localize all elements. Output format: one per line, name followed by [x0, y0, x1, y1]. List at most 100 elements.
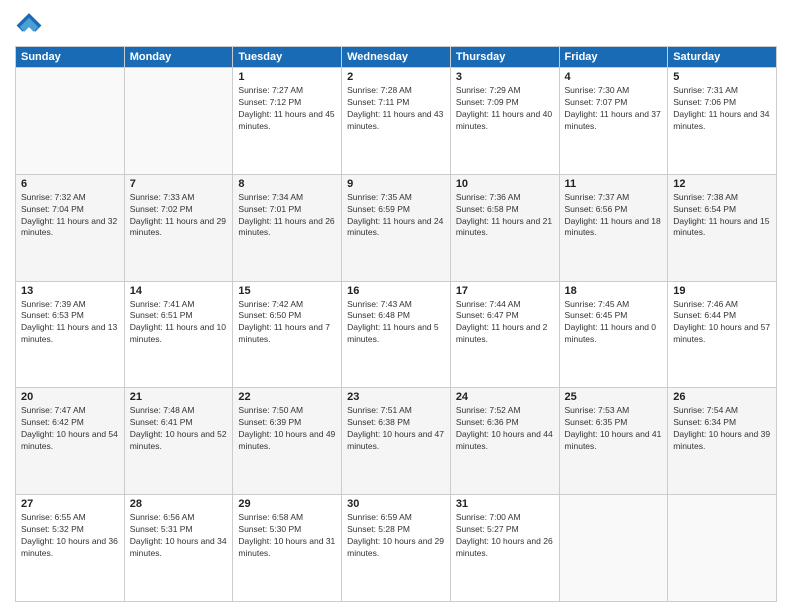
day-number: 23 [347, 391, 445, 403]
day-info: Sunrise: 7:38 AMSunset: 6:54 PMDaylight:… [673, 192, 771, 240]
calendar-cell: 2 Sunrise: 7:28 AMSunset: 7:11 PMDaylight… [342, 68, 451, 175]
day-info: Sunrise: 6:59 AMSunset: 5:28 PMDaylight:… [347, 512, 445, 560]
day-info: Sunrise: 6:55 AMSunset: 5:32 PMDaylight:… [21, 512, 119, 560]
calendar-cell: 22Sunrise: 7:50 AMSunset: 6:39 PMDayligh… [233, 388, 342, 495]
day-number: 28 [130, 498, 228, 510]
day-info: Sunrise: 6:56 AMSunset: 5:31 PMDaylight:… [130, 512, 228, 560]
day-info: Sunrise: 7:39 AMSunset: 6:53 PMDaylight:… [21, 299, 119, 347]
calendar-header-wednesday: Wednesday [342, 47, 451, 68]
day-number: 21 [130, 391, 228, 403]
calendar-week-3: 13 Sunrise: 7:39 AMSunset: 6:53 PMDayligh… [16, 281, 777, 388]
calendar-header-thursday: Thursday [450, 47, 559, 68]
day-info: Sunrise: 7:54 AMSunset: 6:34 PMDaylight:… [673, 405, 771, 453]
calendar-cell: 29 Sunrise: 6:58 AMSunset: 5:30 PMDayligh… [233, 495, 342, 602]
day-info: Sunrise: 7:29 AMSunset: 7:09 PMDaylight:… [456, 85, 554, 133]
calendar-week-2: 6Sunrise: 7:32 AMSunset: 7:04 PMDaylight… [16, 174, 777, 281]
calendar-header-saturday: Saturday [668, 47, 777, 68]
calendar-cell [668, 495, 777, 602]
day-number: 16 [347, 285, 445, 297]
day-info: Sunrise: 7:27 AMSunset: 7:12 PMDaylight:… [238, 85, 336, 133]
calendar-cell: 3 Sunrise: 7:29 AMSunset: 7:09 PMDaylight… [450, 68, 559, 175]
day-info: Sunrise: 6:58 AMSunset: 5:30 PMDaylight:… [238, 512, 336, 560]
day-number: 1 [238, 71, 336, 83]
calendar-week-1: 1 Sunrise: 7:27 AMSunset: 7:12 PMDaylight… [16, 68, 777, 175]
logo [15, 10, 45, 38]
day-number: 2 [347, 71, 445, 83]
day-number: 8 [238, 178, 336, 190]
day-number: 24 [456, 391, 554, 403]
day-number: 4 [565, 71, 663, 83]
calendar-cell: 25Sunrise: 7:53 AMSunset: 6:35 PMDayligh… [559, 388, 668, 495]
day-info: Sunrise: 7:51 AMSunset: 6:38 PMDaylight:… [347, 405, 445, 453]
day-number: 17 [456, 285, 554, 297]
calendar-cell [16, 68, 125, 175]
day-info: Sunrise: 7:42 AMSunset: 6:50 PMDaylight:… [238, 299, 336, 347]
day-info: Sunrise: 7:41 AMSunset: 6:51 PMDaylight:… [130, 299, 228, 347]
calendar-cell: 8 Sunrise: 7:34 AMSunset: 7:01 PMDaylight… [233, 174, 342, 281]
day-number: 26 [673, 391, 771, 403]
calendar-header-row: SundayMondayTuesdayWednesdayThursdayFrid… [16, 47, 777, 68]
calendar-cell: 14 Sunrise: 7:41 AMSunset: 6:51 PMDayligh… [124, 281, 233, 388]
day-info: Sunrise: 7:46 AMSunset: 6:44 PMDaylight:… [673, 299, 771, 347]
calendar-cell: 12Sunrise: 7:38 AMSunset: 6:54 PMDayligh… [668, 174, 777, 281]
day-info: Sunrise: 7:00 AMSunset: 5:27 PMDaylight:… [456, 512, 554, 560]
day-info: Sunrise: 7:37 AMSunset: 6:56 PMDaylight:… [565, 192, 663, 240]
calendar-cell: 20Sunrise: 7:47 AMSunset: 6:42 PMDayligh… [16, 388, 125, 495]
calendar-cell: 6Sunrise: 7:32 AMSunset: 7:04 PMDaylight… [16, 174, 125, 281]
calendar-cell: 31 Sunrise: 7:00 AMSunset: 5:27 PMDayligh… [450, 495, 559, 602]
day-number: 27 [21, 498, 119, 510]
day-number: 13 [21, 285, 119, 297]
day-number: 31 [456, 498, 554, 510]
calendar-cell [124, 68, 233, 175]
day-number: 10 [456, 178, 554, 190]
day-info: Sunrise: 7:53 AMSunset: 6:35 PMDaylight:… [565, 405, 663, 453]
calendar-cell: 15 Sunrise: 7:42 AMSunset: 6:50 PMDayligh… [233, 281, 342, 388]
day-info: Sunrise: 7:30 AMSunset: 7:07 PMDaylight:… [565, 85, 663, 133]
day-number: 6 [21, 178, 119, 190]
calendar-cell: 1 Sunrise: 7:27 AMSunset: 7:12 PMDaylight… [233, 68, 342, 175]
calendar-cell: 27 Sunrise: 6:55 AMSunset: 5:32 PMDayligh… [16, 495, 125, 602]
calendar-cell: 7 Sunrise: 7:33 AMSunset: 7:02 PMDaylight… [124, 174, 233, 281]
calendar-cell: 16Sunrise: 7:43 AMSunset: 6:48 PMDayligh… [342, 281, 451, 388]
calendar-cell [559, 495, 668, 602]
calendar-cell: 21Sunrise: 7:48 AMSunset: 6:41 PMDayligh… [124, 388, 233, 495]
day-info: Sunrise: 7:36 AMSunset: 6:58 PMDaylight:… [456, 192, 554, 240]
calendar-cell: 17 Sunrise: 7:44 AMSunset: 6:47 PMDayligh… [450, 281, 559, 388]
day-number: 11 [565, 178, 663, 190]
header [15, 10, 777, 38]
calendar-cell: 23 Sunrise: 7:51 AMSunset: 6:38 PMDayligh… [342, 388, 451, 495]
day-number: 3 [456, 71, 554, 83]
calendar-cell: 5 Sunrise: 7:31 AMSunset: 7:06 PMDaylight… [668, 68, 777, 175]
day-info: Sunrise: 7:33 AMSunset: 7:02 PMDaylight:… [130, 192, 228, 240]
day-info: Sunrise: 7:45 AMSunset: 6:45 PMDaylight:… [565, 299, 663, 347]
day-number: 15 [238, 285, 336, 297]
calendar-table: SundayMondayTuesdayWednesdayThursdayFrid… [15, 46, 777, 602]
day-info: Sunrise: 7:28 AMSunset: 7:11 PMDaylight:… [347, 85, 445, 133]
day-info: Sunrise: 7:50 AMSunset: 6:39 PMDaylight:… [238, 405, 336, 453]
calendar-cell: 26 Sunrise: 7:54 AMSunset: 6:34 PMDayligh… [668, 388, 777, 495]
page: SundayMondayTuesdayWednesdayThursdayFrid… [0, 0, 792, 612]
day-number: 5 [673, 71, 771, 83]
calendar-week-4: 20Sunrise: 7:47 AMSunset: 6:42 PMDayligh… [16, 388, 777, 495]
calendar-cell: 28 Sunrise: 6:56 AMSunset: 5:31 PMDayligh… [124, 495, 233, 602]
calendar-week-5: 27 Sunrise: 6:55 AMSunset: 5:32 PMDayligh… [16, 495, 777, 602]
day-number: 18 [565, 285, 663, 297]
day-info: Sunrise: 7:35 AMSunset: 6:59 PMDaylight:… [347, 192, 445, 240]
day-info: Sunrise: 7:44 AMSunset: 6:47 PMDaylight:… [456, 299, 554, 347]
day-info: Sunrise: 7:34 AMSunset: 7:01 PMDaylight:… [238, 192, 336, 240]
calendar-cell: 19Sunrise: 7:46 AMSunset: 6:44 PMDayligh… [668, 281, 777, 388]
calendar-header-tuesday: Tuesday [233, 47, 342, 68]
calendar-cell: 11 Sunrise: 7:37 AMSunset: 6:56 PMDayligh… [559, 174, 668, 281]
day-number: 14 [130, 285, 228, 297]
calendar-header-monday: Monday [124, 47, 233, 68]
day-number: 20 [21, 391, 119, 403]
calendar-header-sunday: Sunday [16, 47, 125, 68]
day-number: 30 [347, 498, 445, 510]
calendar-cell: 18 Sunrise: 7:45 AMSunset: 6:45 PMDayligh… [559, 281, 668, 388]
day-info: Sunrise: 7:31 AMSunset: 7:06 PMDaylight:… [673, 85, 771, 133]
day-number: 7 [130, 178, 228, 190]
day-number: 9 [347, 178, 445, 190]
calendar-cell: 30 Sunrise: 6:59 AMSunset: 5:28 PMDayligh… [342, 495, 451, 602]
day-number: 29 [238, 498, 336, 510]
calendar-header-friday: Friday [559, 47, 668, 68]
